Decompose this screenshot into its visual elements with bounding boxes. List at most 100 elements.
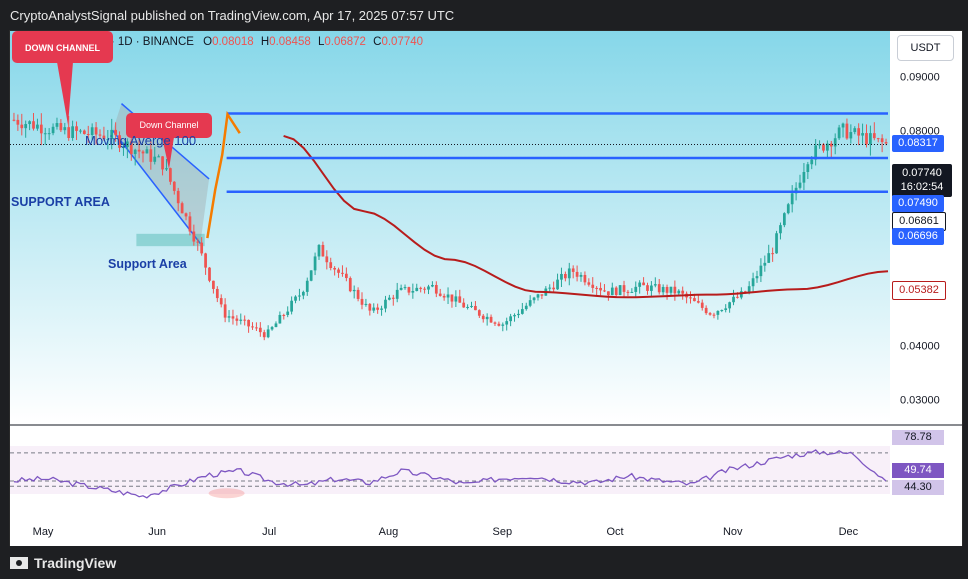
candle-body	[630, 291, 634, 293]
candle-body	[71, 126, 74, 138]
candle-body	[556, 279, 559, 290]
x-tick-label: Dec	[839, 526, 859, 538]
tradingview-logo[interactable]: TradingView	[10, 555, 116, 571]
candle-body	[528, 300, 532, 306]
currency-button[interactable]: USDT	[897, 35, 954, 61]
candle-body	[438, 293, 442, 296]
callout-down-channel-1-text: DOWN CHANNEL	[25, 43, 100, 53]
candle-body	[423, 288, 426, 290]
candle-body	[755, 276, 759, 279]
candle-body	[857, 128, 861, 136]
candle-body	[677, 290, 681, 294]
candle-body	[485, 316, 489, 320]
candle-body	[591, 284, 595, 288]
candle-body	[626, 291, 630, 293]
candle-body	[411, 291, 415, 293]
candle-body	[352, 289, 356, 292]
y-tick-label: 0.04000	[900, 341, 940, 353]
candle-body	[661, 286, 665, 293]
candle-body	[368, 303, 372, 311]
candle-body	[458, 296, 462, 303]
candle-body	[32, 121, 35, 129]
candle-body	[215, 288, 219, 299]
callout-down-channel-2-text: Down Channel	[139, 120, 199, 130]
open-key: O	[203, 36, 213, 48]
candle-body	[356, 289, 360, 299]
level-1-badge: 0.08317	[892, 135, 944, 152]
candle-body	[12, 119, 16, 121]
footer-bar: TradingView	[0, 546, 968, 579]
candle-body	[786, 204, 790, 214]
moving-average-note: Moving Averge 100	[85, 133, 197, 148]
candle-body	[599, 287, 602, 291]
candle-body	[583, 274, 587, 283]
level-2-badge: 0.07490	[892, 195, 944, 212]
candle-body	[39, 124, 43, 134]
candle-body	[348, 278, 352, 292]
x-tick-label: Oct	[606, 526, 623, 538]
candle-body	[884, 142, 888, 144]
candle-body	[305, 280, 309, 292]
candle-body	[876, 138, 880, 140]
candle-body	[861, 133, 864, 136]
rsi-oversold-zone	[208, 488, 245, 499]
candle-body	[434, 284, 438, 294]
candle-body	[376, 307, 380, 310]
candle-body	[548, 287, 552, 289]
candle-body	[360, 298, 364, 305]
candle-body	[344, 273, 348, 279]
candle-body	[384, 299, 387, 309]
callout-down-channel-1[interactable]: DOWN CHANNEL	[12, 31, 113, 63]
candle-body	[872, 133, 876, 139]
candle-body	[517, 313, 520, 316]
candle-body	[622, 285, 626, 292]
candle-body	[474, 305, 477, 311]
candle-body	[806, 164, 810, 172]
candle-body	[673, 286, 677, 294]
candle-body	[790, 193, 794, 205]
candle-body	[75, 126, 78, 131]
candle-body	[689, 297, 692, 299]
candle-body	[865, 133, 868, 145]
candle-body	[563, 273, 567, 279]
candle-body	[391, 297, 395, 299]
candle-body	[67, 127, 71, 138]
ma-badge: 0.05382	[892, 281, 946, 300]
candle-body	[822, 144, 825, 151]
candle-body	[732, 296, 735, 303]
candle-body	[493, 322, 497, 324]
candle-body	[771, 253, 775, 255]
candle-body	[837, 127, 841, 139]
price-chart[interactable]: 0.030000.040000.050000.060000.080000.090…	[10, 31, 962, 547]
candle-body	[665, 286, 669, 293]
candle-body	[180, 203, 184, 214]
candle-body	[587, 282, 591, 285]
candle-body	[595, 287, 599, 289]
candle-body	[141, 151, 145, 154]
candle-body	[520, 309, 524, 314]
candle-body	[427, 286, 430, 290]
candle-body	[419, 287, 423, 289]
candle-body	[571, 268, 575, 272]
candle-body	[798, 182, 802, 188]
price-pane-background	[10, 31, 890, 421]
candle-countdown: 16:02:54	[900, 181, 944, 193]
candle-body	[712, 314, 716, 316]
candle-body	[298, 295, 301, 297]
candle-body	[235, 318, 239, 321]
rsi-lower-badge: 44.30	[892, 480, 944, 495]
candle-body	[16, 119, 20, 125]
candle-body	[509, 316, 512, 322]
chart-area[interactable]: USDT 0.030000.040000.050000.060000.08000…	[9, 30, 963, 548]
candle-body	[450, 294, 454, 302]
candle-body	[372, 307, 376, 311]
candle-body	[51, 126, 55, 134]
candle-body	[657, 284, 661, 293]
candle-body	[223, 304, 227, 318]
candle-body	[775, 233, 778, 254]
candle-body	[681, 290, 685, 294]
candle-body	[552, 287, 556, 290]
candle-body	[724, 308, 728, 311]
candle-body	[782, 213, 786, 226]
candle-body	[501, 324, 505, 326]
